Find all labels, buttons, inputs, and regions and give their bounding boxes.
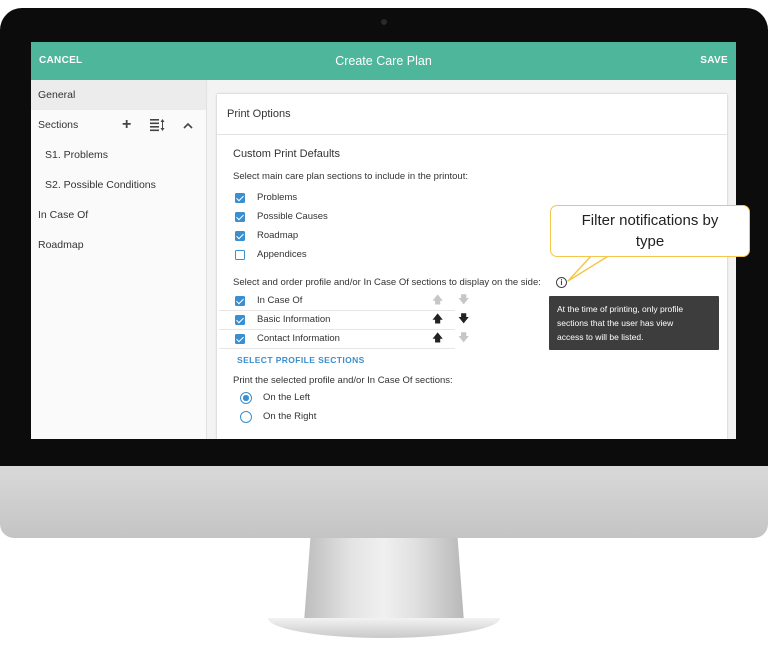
arrow-down-icon[interactable]: 🡇 (458, 314, 469, 325)
arrow-down-icon: 🡇 (458, 332, 470, 344)
monitor-stand-neck (304, 538, 464, 622)
section-title: Custom Print Defaults (233, 148, 340, 160)
sidebar-item-sections[interactable]: Sections + (31, 110, 206, 140)
app-header: Create Care Plan CANCEL SAVE (31, 42, 736, 80)
profile-section-label: Basic Information (257, 314, 331, 325)
save-button[interactable]: SAVE (700, 42, 728, 80)
checkbox-in-case-of[interactable] (235, 296, 245, 306)
cancel-button[interactable]: CANCEL (39, 42, 82, 80)
radio-label: On the Right (263, 411, 317, 422)
row-divider (219, 310, 455, 311)
chevron-up-icon[interactable] (183, 110, 193, 140)
checkbox-label: Roadmap (257, 230, 299, 241)
order-prompt: Select and order profile and/or In Case … (233, 277, 541, 288)
radio-on-the-right[interactable] (240, 411, 252, 423)
card-title: Print Options (227, 108, 291, 120)
callout-line: Filter notifications by (581, 212, 719, 229)
sidebar-item-general[interactable]: General (31, 80, 206, 110)
profile-section-label: In Case Of (257, 295, 303, 306)
checkbox-label: Possible Causes (257, 211, 328, 222)
sidebar-item-roadmap[interactable]: Roadmap (31, 230, 206, 260)
position-prompt: Print the selected profile and/or In Cas… (233, 375, 453, 386)
info-tooltip: At the time of printing, only profile se… (549, 296, 719, 350)
page-title: Create Care Plan (335, 54, 432, 68)
arrow-up-icon: 🡅 (432, 294, 444, 306)
info-icon[interactable]: i (556, 277, 567, 288)
print-options-card: Print Options Custom Print Defaults Sele… (217, 94, 727, 439)
callout-line: type (635, 233, 665, 250)
sidebar-item-s2-possible-conditions[interactable]: S2. Possible Conditions (31, 170, 206, 200)
profile-section-label: Contact Information (257, 333, 340, 344)
monitor-stand-foot (268, 618, 500, 638)
tooltip-line: sections that the user has view (557, 318, 674, 328)
tooltip-line: access to will be listed. (557, 332, 644, 342)
sidebar-item-s1-problems[interactable]: S1. Problems (31, 140, 206, 170)
checkbox-roadmap[interactable] (235, 231, 245, 241)
checkbox-appendices[interactable] (235, 250, 245, 260)
arrow-up-icon[interactable]: 🡅 (432, 314, 443, 325)
sidebar-item-label: Roadmap (38, 239, 84, 251)
checkbox-problems[interactable] (235, 193, 245, 203)
sidebar-item-label: S1. Problems (45, 149, 109, 161)
sidebar: General Sections + S1. Problems S2. Poss… (31, 80, 207, 439)
row-divider (219, 329, 455, 330)
row-divider (219, 348, 455, 349)
select-profile-sections-link[interactable]: SELECT PROFILE SECTIONS (237, 355, 365, 365)
plus-icon[interactable]: + (122, 110, 131, 140)
checkbox-label: Appendices (257, 249, 307, 260)
checkbox-label: Problems (257, 192, 298, 203)
radio-label: On the Left (263, 392, 311, 403)
checkbox-possible-causes[interactable] (235, 212, 245, 222)
arrow-up-icon[interactable]: 🡅 (432, 333, 443, 344)
reorder-list-icon[interactable] (150, 110, 166, 142)
radio-on-the-left[interactable] (240, 392, 252, 404)
annotation-callout: Filter notifications by type (550, 205, 750, 257)
camera-dot (381, 19, 387, 25)
sections-prompt: Select main care plan sections to includ… (233, 171, 468, 182)
checkbox-contact-information[interactable] (235, 334, 245, 344)
sidebar-item-label: General (38, 89, 76, 101)
sidebar-item-label: Sections (38, 119, 79, 131)
tooltip-line: At the time of printing, only profile (557, 304, 684, 314)
card-header: Print Options (217, 94, 727, 135)
arrow-down-icon: 🡇 (458, 294, 470, 306)
sidebar-item-in-case-of[interactable]: In Case Of (31, 200, 206, 230)
sidebar-item-label: In Case Of (38, 209, 89, 221)
sidebar-item-label: S2. Possible Conditions (45, 179, 156, 191)
monitor-chin (0, 466, 768, 538)
checkbox-basic-information[interactable] (235, 315, 245, 325)
